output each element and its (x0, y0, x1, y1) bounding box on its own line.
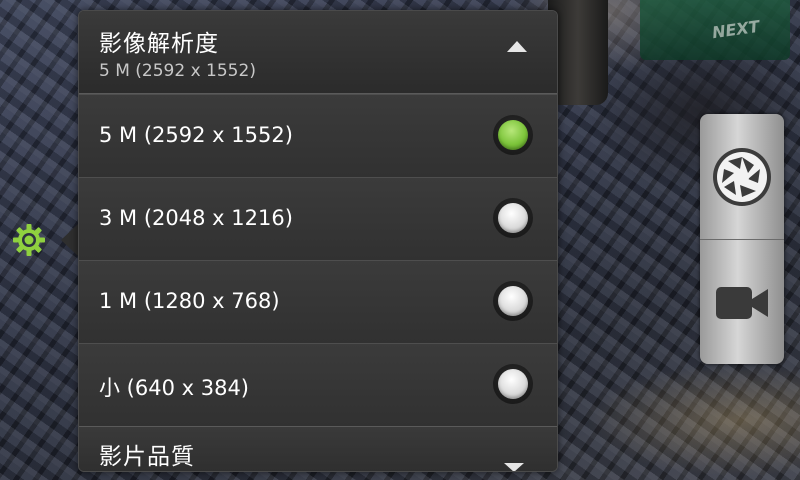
camera-shutter-icon (713, 147, 771, 206)
option-label: 3 M (2048 x 1216) (99, 206, 293, 230)
option-label: 小 (640 x 384) (99, 376, 250, 400)
radio-unselected-icon (498, 286, 528, 316)
gear-icon (13, 224, 45, 256)
option-5m[interactable]: 5 M (2592 x 1552) (79, 94, 557, 178)
collapse-arrow-icon[interactable] (507, 41, 527, 52)
section-title: 影片品質 (99, 444, 195, 470)
background-box: NEXT (640, 0, 790, 60)
radio-unselected-icon (498, 369, 528, 399)
option-small[interactable]: 小 (640 x 384) (79, 343, 557, 427)
radio-button[interactable] (493, 364, 533, 404)
popup-pointer (61, 224, 78, 256)
video-camera-icon (716, 286, 768, 319)
radio-selected-icon (498, 120, 528, 150)
resolution-popup: 影像解析度 5 M (2592 x 1552) 5 M (2592 x 1552… (78, 10, 558, 472)
option-label: 1 M (1280 x 768) (99, 289, 280, 313)
expand-arrow-icon[interactable] (504, 463, 524, 471)
video-quality-section[interactable]: 影片品質 (79, 426, 557, 471)
settings-gear-button[interactable] (10, 221, 48, 259)
photo-mode-button[interactable] (700, 114, 784, 240)
radio-button[interactable] (493, 281, 533, 321)
popup-current-value: 5 M (2592 x 1552) (99, 61, 256, 81)
radio-button[interactable] (493, 198, 533, 238)
camera-mode-switcher (700, 114, 784, 364)
popup-title: 影像解析度 (99, 31, 219, 57)
video-mode-button[interactable] (700, 240, 784, 364)
option-1m[interactable]: 1 M (1280 x 768) (79, 260, 557, 344)
popup-header[interactable]: 影像解析度 5 M (2592 x 1552) (79, 11, 557, 94)
radio-unselected-icon (498, 203, 528, 233)
option-label: 5 M (2592 x 1552) (99, 123, 293, 147)
radio-button[interactable] (493, 115, 533, 155)
background-box-label: NEXT (711, 16, 762, 43)
option-3m[interactable]: 3 M (2048 x 1216) (79, 177, 557, 261)
